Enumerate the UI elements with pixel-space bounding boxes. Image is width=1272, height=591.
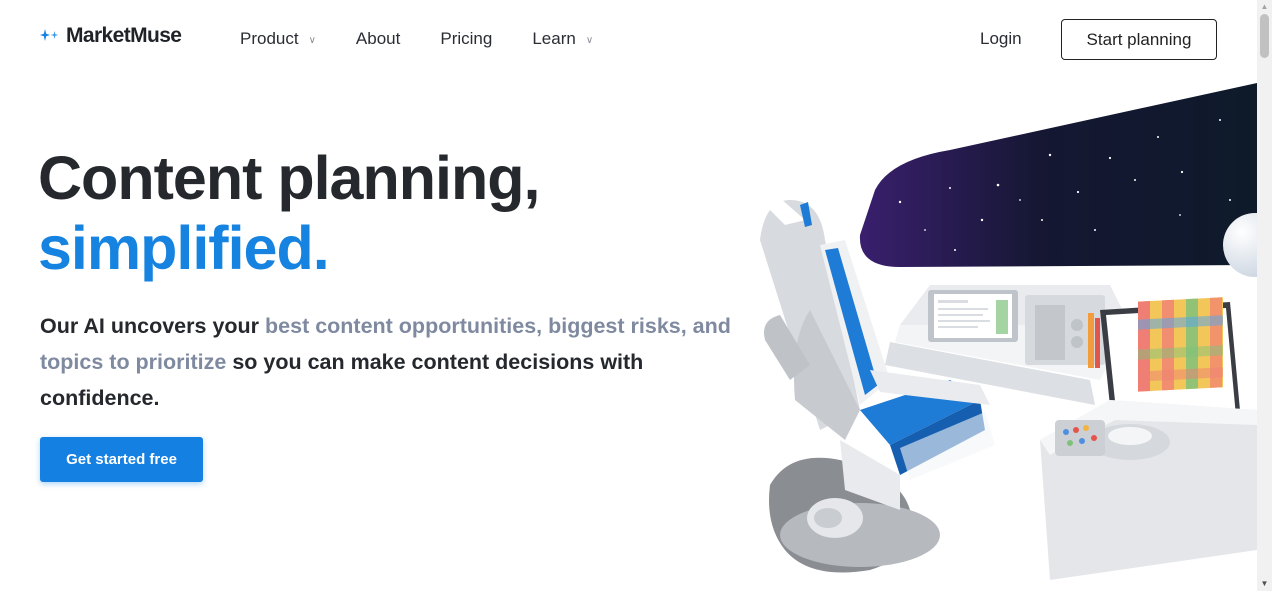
sparkles-icon bbox=[40, 27, 60, 45]
main-nav: Product ∨ About Pricing Learn ∨ bbox=[240, 29, 633, 49]
hero-headline: Content planning, simplified. bbox=[38, 143, 540, 283]
headline-line-1: Content planning, bbox=[38, 144, 540, 212]
get-started-button[interactable]: Get started free bbox=[40, 437, 203, 482]
chevron-down-icon: ∨ bbox=[308, 34, 316, 46]
chevron-down-icon: ∨ bbox=[585, 34, 594, 46]
subtitle-part-1: Our AI uncovers your bbox=[40, 314, 266, 338]
hero-subtitle: Our AI uncovers your best content opport… bbox=[40, 308, 740, 416]
start-planning-button[interactable]: Start planning bbox=[1061, 19, 1217, 60]
nav-item-learn[interactable]: Learn ∨ bbox=[532, 29, 593, 49]
scrollbar[interactable]: ▲ ▼ bbox=[1257, 0, 1272, 591]
scrollbar-thumb[interactable] bbox=[1260, 14, 1269, 58]
nav-item-product[interactable]: Product ∨ bbox=[240, 29, 316, 49]
scroll-down-arrow-icon[interactable]: ▼ bbox=[1257, 579, 1272, 589]
scroll-up-arrow-icon[interactable]: ▲ bbox=[1257, 2, 1272, 12]
nav-item-about[interactable]: About bbox=[356, 29, 400, 49]
nav-item-label: Learn bbox=[532, 29, 576, 48]
brand-name: MarketMuse bbox=[66, 24, 182, 47]
logo[interactable]: MarketMuse bbox=[40, 24, 182, 48]
nav-item-label: Pricing bbox=[440, 29, 493, 48]
login-link[interactable]: Login bbox=[980, 29, 1022, 49]
page: MarketMuse Product ∨ About Pricing Learn… bbox=[0, 0, 1257, 591]
nav-item-label: Product bbox=[240, 29, 299, 48]
nav-item-pricing[interactable]: Pricing bbox=[440, 29, 492, 49]
headline-line-2: simplified. bbox=[38, 214, 330, 282]
nav-item-label: About bbox=[355, 29, 401, 48]
hero-illustration bbox=[750, 80, 1257, 591]
